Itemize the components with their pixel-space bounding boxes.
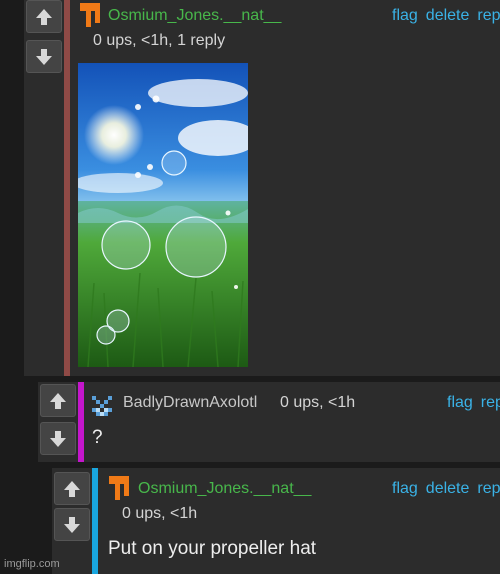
thread-bar — [78, 382, 84, 462]
thread-bar — [92, 468, 98, 574]
comment-meta: 0 ups, <1h — [280, 394, 356, 411]
comment-2: BadlyDrawnAxolotl 0 ups, <1h flag rep ? — [38, 382, 500, 462]
comment-actions: flag rep — [447, 394, 500, 412]
thread-bar — [64, 0, 70, 376]
delete-link[interactable]: delete — [426, 7, 470, 24]
comment-username[interactable]: BadlyDrawnAxolotl — [123, 394, 257, 412]
delete-link[interactable]: delete — [426, 480, 470, 497]
flag-link[interactable]: flag — [447, 394, 473, 411]
upvote-button[interactable] — [26, 0, 62, 33]
comment-meta: 0 ups, <1h, 1 reply — [93, 32, 226, 49]
upvote-arrow-icon — [50, 392, 66, 409]
comment-actions: flag delete rep — [392, 7, 500, 25]
reply-link[interactable]: rep — [477, 7, 500, 24]
comment-username[interactable]: Osmium_Jones.__nat__ — [108, 7, 281, 25]
downvote-button[interactable] — [40, 422, 76, 455]
flag-link[interactable]: flag — [392, 480, 418, 497]
orange-blocky-avatar-icon[interactable] — [107, 476, 131, 500]
downvote-arrow-icon — [50, 430, 66, 447]
comment-3: Osmium_Jones.__nat__ 0 ups, <1h flag dele… — [52, 468, 500, 574]
orange-blocky-avatar-icon[interactable] — [78, 3, 102, 27]
comment-text: ? — [92, 427, 103, 448]
comment-text: Put on your propeller hat — [108, 538, 317, 559]
flag-link[interactable]: flag — [392, 7, 418, 24]
reply-link[interactable]: rep — [481, 394, 500, 411]
blue-pixel-avatar-icon[interactable] — [90, 394, 114, 418]
upvote-button[interactable] — [40, 384, 76, 417]
downvote-arrow-icon — [36, 48, 52, 65]
comment-username[interactable]: Osmium_Jones.__nat__ — [138, 480, 311, 498]
upvote-arrow-icon — [36, 8, 52, 25]
comment-meta: 0 ups, <1h — [122, 505, 198, 522]
comment-actions: flag delete rep — [392, 480, 500, 498]
comment-1: Osmium_Jones.__nat__ 0 ups, <1h, 1 reply… — [24, 0, 500, 376]
reply-link[interactable]: rep — [477, 480, 500, 497]
downvote-button[interactable] — [26, 40, 62, 73]
comment-image-bubbles-in-grass[interactable] — [78, 63, 248, 367]
upvote-button[interactable] — [54, 472, 90, 505]
imgflip-watermark: imgflip.com — [4, 558, 60, 570]
downvote-button[interactable] — [54, 508, 90, 541]
downvote-arrow-icon — [64, 516, 80, 533]
upvote-arrow-icon — [64, 480, 80, 497]
